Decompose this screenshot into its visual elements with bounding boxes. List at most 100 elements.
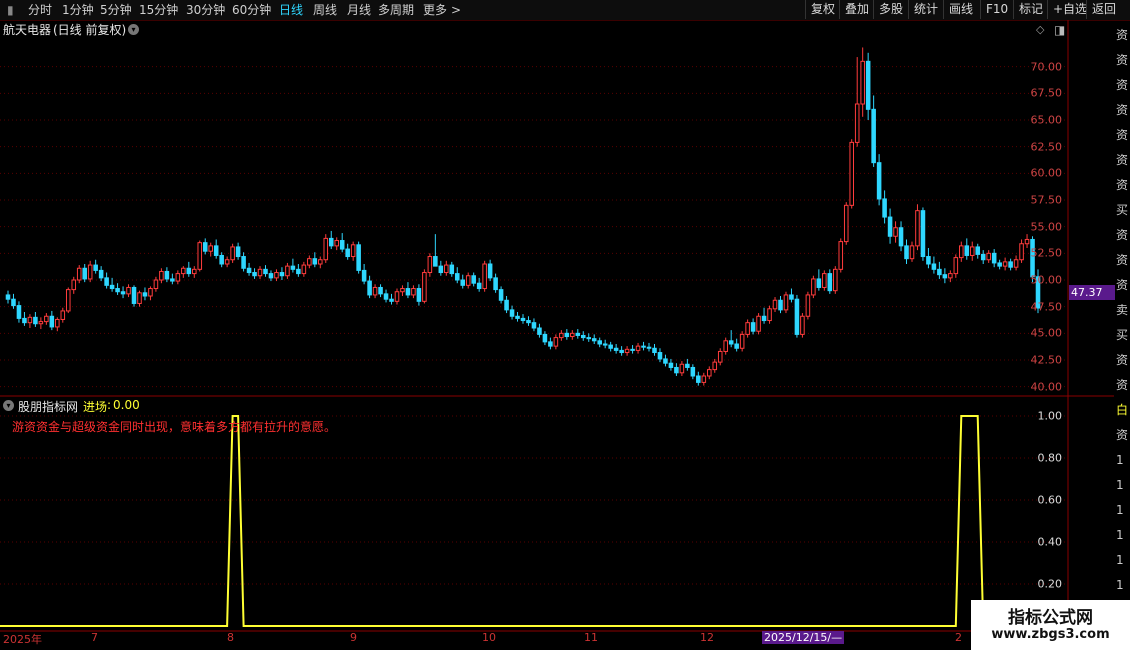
candle-body [115,288,120,293]
candle-body [454,273,460,281]
candle-body [860,60,865,105]
candle-body [843,204,849,243]
candle-body [553,337,559,347]
candle-body [465,275,471,286]
candle-body [219,254,224,265]
side-info-strip[interactable]: 资资资资资资资买资资资卖买资资白资1111111 [1114,21,1130,631]
candle-body [745,322,750,335]
candle-body [268,273,274,279]
candle-body [301,264,307,275]
candle-body [652,347,657,354]
indicator-message: 游资资金与超级资金同时出现，意味着多方都有拉升的意愿。 [12,420,337,434]
candle-body [224,259,230,265]
candle-body [93,264,98,271]
candle-body [674,366,679,374]
candle-series [5,47,1041,386]
candle-body [246,267,252,274]
candle-body [44,315,49,323]
signal-series [0,415,1068,627]
candle-body [526,320,531,324]
kline-chart[interactable] [0,0,1130,650]
price-tick-label: 55.00 [1030,220,1063,234]
candle-body [559,332,564,339]
candle-body [778,299,783,311]
candle-body [854,103,860,143]
candle-body [444,264,449,274]
candle-body [38,321,44,325]
candle-body [487,263,493,279]
candle-body [263,268,268,275]
candle-body [624,348,630,354]
candle-body [635,345,641,351]
side-info-char: 资 [1116,253,1129,267]
time-tick-label: 12 [700,631,714,644]
side-info-char: 1 [1116,503,1124,517]
price-tick-label: 50.00 [1030,273,1063,287]
candle-body [328,237,334,247]
candle-body [580,334,586,339]
candle-body [685,363,690,368]
candle-body [339,240,345,250]
side-info-char: 资 [1116,178,1129,192]
side-info-char: 买 [1116,328,1129,342]
candle-body [575,332,581,336]
candle-body [646,346,652,349]
candle-body [460,279,466,286]
candle-body [876,162,882,200]
time-tick-label: 11 [584,631,598,644]
candle-body [361,269,367,282]
candle-body [400,288,405,293]
time-tick-label: 10 [482,631,496,644]
candle-body [948,273,953,279]
candle-body [383,293,389,300]
candle-body [564,332,570,338]
candle-body [202,242,208,252]
candle-body [213,245,219,256]
entry-signal-line [0,415,1068,627]
indicator-menu-icon[interactable]: ▾ [3,400,14,411]
side-info-char: 卖 [1116,303,1129,317]
candle-body [761,315,767,322]
last-price-tag: 47.37 [1069,285,1115,300]
candle-body [838,241,844,270]
price-tick-label: 42.50 [1030,353,1063,367]
watermark-title: 指标公式网 [1008,608,1093,628]
candle-body [411,288,416,296]
candle-body [696,375,701,383]
indicator-tick-label: 0.80 [1037,451,1063,465]
candle-body [345,248,350,258]
candle-body [98,269,104,279]
candle-body [76,267,82,281]
candle-body [548,341,553,347]
candle-body [394,291,400,302]
candle-body [926,256,931,265]
price-tick-label: 62.50 [1030,140,1063,154]
candle-body [60,310,66,320]
candle-body [915,210,920,247]
candle-body [82,267,87,280]
time-tick-label: 7 [91,631,98,644]
candle-body [350,244,356,258]
side-info-char: 资 [1116,278,1129,292]
candle-body [816,278,822,288]
candle-body [153,279,159,290]
candle-body [668,362,674,368]
candle-body [405,288,411,296]
candle-body [323,237,329,261]
candle-body [356,244,361,271]
indicator-tick-label: 0.20 [1037,577,1063,591]
candle-body [833,268,838,292]
candle-body [515,315,520,319]
candle-body [800,315,805,335]
price-tick-label: 67.50 [1030,86,1063,100]
candle-body [822,273,827,288]
side-info-char: 1 [1116,553,1124,567]
candle-body [318,259,323,265]
candle-body [5,294,11,300]
indicator-source[interactable]: 股朋指标网 [18,398,78,415]
candle-body [197,242,203,270]
candle-body [898,227,904,247]
candle-body [65,289,71,312]
candle-body [975,246,981,255]
candle-body [120,291,126,295]
